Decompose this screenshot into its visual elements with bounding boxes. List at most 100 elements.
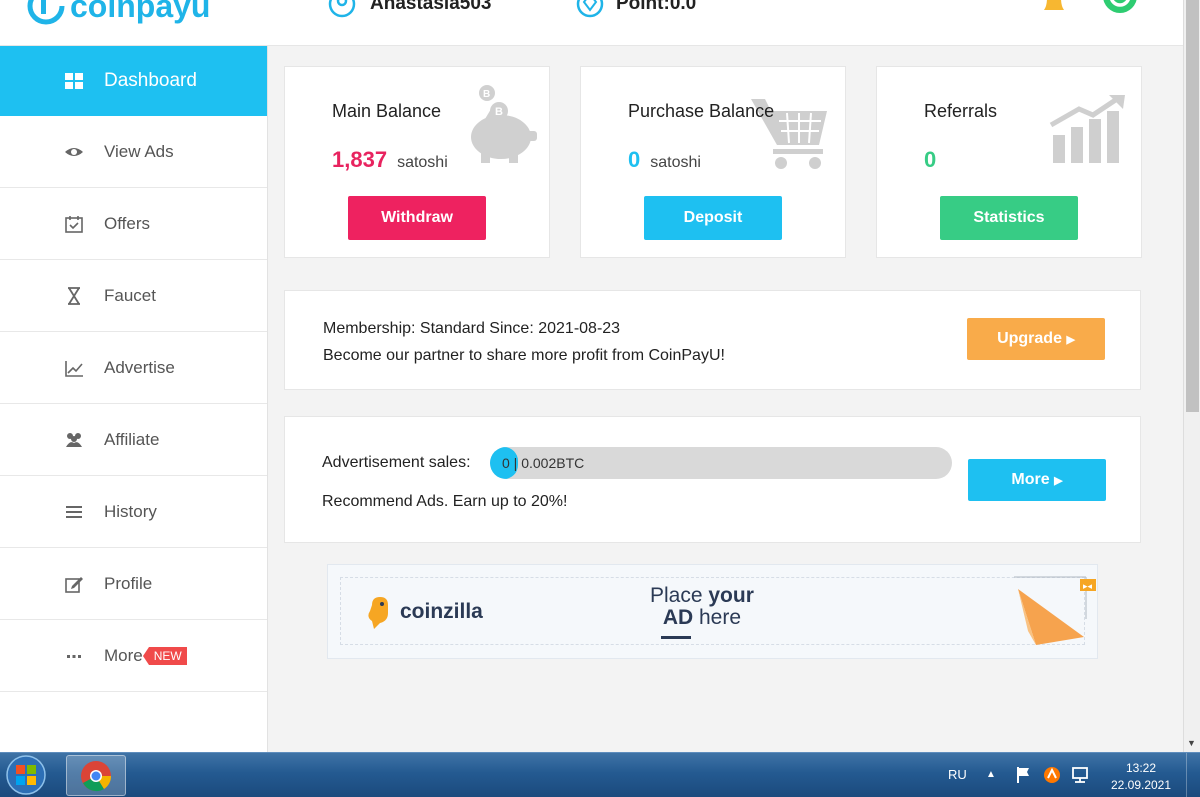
- sidebar-item-view-ads[interactable]: View Ads: [0, 116, 267, 188]
- purchase-balance-title: Purchase Balance: [628, 101, 775, 121]
- referrals-value: 0: [924, 147, 937, 172]
- membership-card: Membership: Standard Since: 2021-08-23 B…: [284, 290, 1141, 390]
- ad-sales-recommend: Recommend Ads. Earn up to 20%!: [322, 493, 568, 510]
- main-balance-title: Main Balance: [332, 101, 442, 121]
- deposit-button[interactable]: Deposit: [644, 196, 782, 240]
- keyboard-language[interactable]: RU: [948, 767, 967, 782]
- caret-right-icon: ▶: [1054, 475, 1063, 487]
- sidebar-item-offers[interactable]: Offers: [0, 188, 267, 260]
- calendar-check-icon: [64, 214, 84, 234]
- diamond-icon: [576, 0, 604, 18]
- power-icon[interactable]: [1102, 0, 1138, 20]
- point-display: Point:0.0: [576, 0, 696, 18]
- banner-line1b: your: [708, 584, 754, 607]
- user-icon: [328, 0, 356, 18]
- ad-sales-label: Advertisement sales:: [322, 454, 471, 471]
- membership-promo: Become our partner to share more profit …: [323, 347, 725, 364]
- membership-text: Membership: Standard Since: 2021-08-23 B…: [323, 315, 725, 369]
- more-button[interactable]: More ▶: [968, 459, 1106, 501]
- tray-expand-icon[interactable]: ▲: [986, 769, 996, 780]
- purchase-balance-amount: 0 satoshi: [628, 147, 701, 173]
- ad-sales-card: Advertisement sales: 0 | 0.002BTC Recomm…: [284, 416, 1141, 543]
- ad-sales-progress: 0 | 0.002BTC: [490, 447, 952, 479]
- avast-icon[interactable]: [1042, 765, 1062, 785]
- chrome-icon: [81, 761, 112, 792]
- scroll-down-arrow-icon[interactable]: ▼: [1187, 738, 1196, 748]
- flag-icon[interactable]: [1014, 765, 1034, 785]
- sidebar-item-label: Advertise: [104, 357, 175, 377]
- sidebar-item-label: Faucet: [104, 285, 156, 305]
- ad-sales-progress-text: 0 | 0.002BTC: [502, 455, 585, 471]
- purchase-balance-card: Purchase Balance 0 satoshi Deposit: [580, 66, 846, 258]
- sidebar-item-label: Affiliate: [104, 429, 160, 449]
- svg-text:▸◂: ▸◂: [1083, 581, 1093, 591]
- piggy-bank-icon: B B: [471, 85, 537, 163]
- username: Anastasia503: [370, 0, 492, 14]
- page-scrollbar[interactable]: ▼: [1183, 0, 1200, 752]
- page-curl-icon: ▸◂: [1014, 576, 1096, 645]
- banner-place-text: Place your AD here: [650, 585, 754, 629]
- coinzilla-logo: coinzilla: [364, 595, 483, 629]
- dashboard-icon: [64, 71, 84, 91]
- point-value: Point:0.0: [616, 0, 697, 14]
- sidebar-item-label: View Ads: [104, 141, 174, 161]
- top-header: coinpayu Anastasia503 Point:0.0: [0, 0, 1183, 46]
- hourglass-icon: [64, 286, 84, 306]
- sidebar-item-label: History: [104, 501, 157, 521]
- sidebar-item-label: More: [104, 645, 143, 665]
- edit-icon: [64, 574, 84, 594]
- main-balance-value: 1,837: [332, 147, 388, 172]
- main-balance-card: B B Main Balance 1,837 satoshi Withdraw: [284, 66, 550, 258]
- referrals-amount: 0: [924, 147, 936, 173]
- banner-line1a: Place: [650, 584, 709, 607]
- statistics-button[interactable]: Statistics: [940, 196, 1078, 240]
- banner-underline: [661, 636, 691, 639]
- sidebar-item-faucet[interactable]: Faucet: [0, 260, 267, 332]
- sidebar-item-affiliate[interactable]: Affiliate: [0, 404, 267, 476]
- sidebar: Dashboard View Ads Offers Faucet Adverti…: [0, 46, 268, 752]
- banner-line2b: here: [693, 606, 742, 629]
- windows-start-icon[interactable]: [2, 754, 52, 796]
- sidebar-item-advertise[interactable]: Advertise: [0, 332, 267, 404]
- coinzilla-ad-banner[interactable]: coinzilla Place your AD here ▸◂: [327, 564, 1098, 659]
- user-menu[interactable]: Anastasia503: [328, 0, 491, 18]
- logo-text: coinpayu: [70, 0, 211, 24]
- network-icon[interactable]: [1070, 765, 1090, 785]
- chrome-taskbar-button[interactable]: [66, 755, 126, 796]
- bell-icon[interactable]: [1038, 0, 1070, 18]
- caret-right-icon: ▶: [1066, 334, 1075, 346]
- show-desktop-button[interactable]: [1186, 753, 1200, 797]
- purchase-balance-unit: satoshi: [650, 154, 701, 171]
- windows-taskbar: RU ▲ 13:22 22.09.2021: [0, 752, 1200, 797]
- list-icon: [64, 502, 84, 522]
- referrals-card: Referrals 0 Statistics: [876, 66, 1142, 258]
- sidebar-item-history[interactable]: History: [0, 476, 267, 548]
- system-clock[interactable]: 13:22 22.09.2021: [1105, 760, 1177, 794]
- clock-time: 13:22: [1125, 761, 1157, 775]
- main-balance-unit: satoshi: [397, 154, 448, 171]
- ellipsis-icon: [64, 646, 84, 666]
- new-badge: NEW: [142, 646, 187, 665]
- clock-date: 22.09.2021: [1110, 778, 1172, 792]
- line-chart-icon: [64, 358, 84, 378]
- sidebar-item-label: Profile: [104, 573, 153, 593]
- withdraw-button[interactable]: Withdraw: [348, 196, 486, 240]
- scroll-thumb[interactable]: [1186, 0, 1199, 412]
- sidebar-item-label: Offers: [104, 213, 150, 233]
- upgrade-button[interactable]: Upgrade ▶: [967, 318, 1105, 360]
- banner-line2a: AD: [662, 606, 694, 629]
- svg-text:B: B: [483, 89, 490, 100]
- eye-icon: [64, 142, 84, 162]
- sidebar-item-dashboard[interactable]: Dashboard: [0, 46, 267, 116]
- sidebar-item-label: Dashboard: [104, 70, 197, 91]
- coinzilla-brand: coinzilla: [400, 600, 483, 623]
- upgrade-label: Upgrade: [997, 330, 1062, 347]
- users-icon: [64, 430, 84, 450]
- sidebar-item-more[interactable]: More NEW: [0, 620, 267, 692]
- purchase-balance-value: 0: [628, 147, 641, 172]
- coinpayu-logo[interactable]: coinpayu: [26, 0, 210, 26]
- sidebar-item-profile[interactable]: Profile: [0, 548, 267, 620]
- growth-chart-icon: [1049, 95, 1125, 163]
- more-label: More: [1011, 471, 1050, 488]
- referrals-title: Referrals: [924, 101, 998, 121]
